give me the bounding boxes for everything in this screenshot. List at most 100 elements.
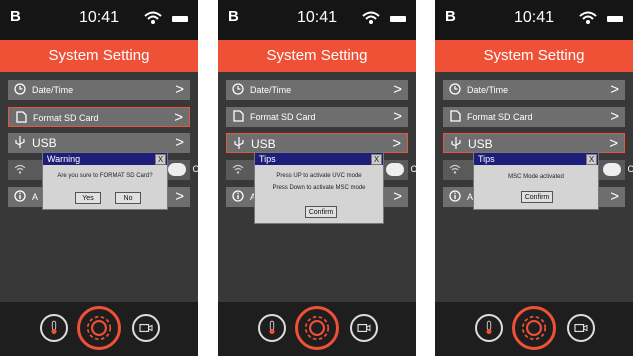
toggle-state-label: ON	[410, 164, 417, 174]
screen-2: B 10:41 System Setting Date/Time > Forma…	[218, 0, 416, 356]
chevron-right-icon: >	[393, 188, 402, 205]
chevron-right-icon: >	[175, 81, 184, 98]
menu-item-datetime[interactable]: Date/Time >	[443, 80, 625, 100]
settings-button[interactable]	[295, 306, 339, 350]
menu-item-label: USB	[32, 136, 57, 150]
close-icon[interactable]: X	[371, 154, 382, 165]
chevron-right-icon: >	[174, 109, 183, 126]
menu-item-label: Date/Time	[32, 85, 74, 95]
sd-card-icon	[450, 110, 461, 122]
chevron-right-icon: >	[393, 108, 402, 125]
yes-button[interactable]: Yes	[75, 192, 101, 204]
menu-item-usb[interactable]: USB >	[226, 133, 408, 153]
dialog-message-line2: Press Down to activate MSC mode	[272, 185, 366, 191]
camera-button[interactable]	[350, 314, 378, 342]
wifi-icon	[449, 164, 461, 174]
menu-item-datetime[interactable]: Date/Time >	[226, 80, 408, 100]
settings-list: Date/Time > Format SD Card > USB > ON A …	[218, 72, 416, 302]
battery-level-icon	[607, 16, 623, 22]
sd-card-icon	[233, 110, 244, 122]
usb-tips-dialog: Tips X Press UP to activate UVC mode Pre…	[254, 152, 384, 224]
menu-item-label: A	[32, 192, 39, 202]
menu-item-label: Format SD Card	[467, 112, 533, 122]
screen-3: B 10:41 System Setting Date/Time > Forma…	[435, 0, 633, 356]
status-bar: B 10:41	[435, 0, 633, 40]
menu-item-format-sd[interactable]: Format SD Card >	[226, 107, 408, 127]
clock-icon	[232, 83, 244, 95]
chevron-right-icon: >	[393, 81, 402, 98]
dialog-message: Are you sure to FORMAT SD Card?	[57, 173, 153, 179]
wifi-icon	[579, 11, 597, 24]
warning-dialog: Warning X Are you sure to FORMAT SD Card…	[42, 152, 168, 210]
camera-icon	[139, 323, 153, 333]
gear-icon	[304, 315, 330, 341]
settings-button[interactable]	[512, 306, 556, 350]
page-title: System Setting	[218, 40, 416, 72]
usb-icon	[451, 137, 461, 149]
info-icon	[14, 190, 26, 202]
chevron-right-icon: >	[175, 134, 184, 151]
menu-item-label: Date/Time	[250, 85, 292, 95]
close-icon[interactable]: X	[155, 154, 166, 165]
confirm-button[interactable]: Confirm	[521, 191, 553, 203]
dialog-message-line1: Press UP to activate UVC mode	[276, 173, 362, 179]
dialog-message: MSC Mode activated	[508, 174, 564, 180]
camera-button[interactable]	[132, 314, 160, 342]
thermometer-button[interactable]	[258, 314, 286, 342]
status-bar: B 10:41	[0, 0, 198, 40]
wifi-toggle[interactable]	[386, 163, 404, 176]
settings-list: Date/Time > Format SD Card > USB > ON A …	[435, 72, 633, 302]
gear-icon	[521, 315, 547, 341]
chevron-right-icon: >	[175, 188, 184, 205]
menu-item-format-sd[interactable]: Format SD Card >	[443, 107, 625, 127]
clock-icon	[14, 83, 26, 95]
status-bar: B 10:41	[218, 0, 416, 40]
page-title: System Setting	[435, 40, 633, 72]
clock-time: 10:41	[296, 9, 338, 26]
battery-level-icon	[172, 16, 188, 22]
toggle-state-label: ON	[627, 164, 633, 174]
wifi-toggle[interactable]	[603, 163, 621, 176]
wifi-toggle[interactable]	[168, 163, 186, 176]
wifi-icon	[362, 11, 380, 24]
clock-time: 10:41	[78, 9, 120, 26]
thermometer-icon	[486, 320, 492, 334]
chevron-right-icon: >	[609, 135, 618, 152]
camera-icon	[574, 323, 588, 333]
battery-level-icon	[390, 16, 406, 22]
thermometer-icon	[269, 320, 275, 334]
dialog-title: Tips	[255, 153, 383, 165]
thermometer-button[interactable]	[475, 314, 503, 342]
screen-1: B 10:41 System Setting Date/Time > Forma…	[0, 0, 198, 356]
menu-item-usb[interactable]: USB >	[8, 133, 190, 153]
wifi-icon	[14, 164, 26, 174]
usb-icon	[234, 137, 244, 149]
menu-item-usb[interactable]: USB >	[443, 133, 625, 153]
confirm-button[interactable]: Confirm	[305, 206, 337, 218]
settings-button[interactable]	[77, 306, 121, 350]
clock-icon	[449, 83, 461, 95]
menu-item-label: Date/Time	[467, 85, 509, 95]
menu-item-format-sd[interactable]: Format SD Card >	[8, 107, 190, 127]
menu-item-label: USB	[468, 137, 493, 151]
bottom-nav	[0, 302, 198, 356]
chevron-right-icon: >	[392, 135, 401, 152]
info-icon	[449, 190, 461, 202]
toggle-state-label: ON	[192, 164, 199, 174]
bottom-nav	[435, 302, 633, 356]
wifi-icon	[232, 164, 244, 174]
bottom-nav	[218, 302, 416, 356]
menu-item-label: USB	[251, 137, 276, 151]
sd-card-icon	[16, 111, 27, 123]
page-title: System Setting	[0, 40, 198, 72]
menu-item-datetime[interactable]: Date/Time >	[8, 80, 190, 100]
close-icon[interactable]: X	[586, 154, 597, 165]
thermometer-icon	[51, 320, 57, 334]
menu-item-label: Format SD Card	[250, 112, 316, 122]
gear-icon	[86, 315, 112, 341]
thermometer-button[interactable]	[40, 314, 68, 342]
msc-tips-dialog: Tips X MSC Mode activated Confirm	[473, 152, 599, 210]
no-button[interactable]: No	[115, 192, 141, 204]
camera-button[interactable]	[567, 314, 595, 342]
chevron-right-icon: >	[610, 108, 619, 125]
